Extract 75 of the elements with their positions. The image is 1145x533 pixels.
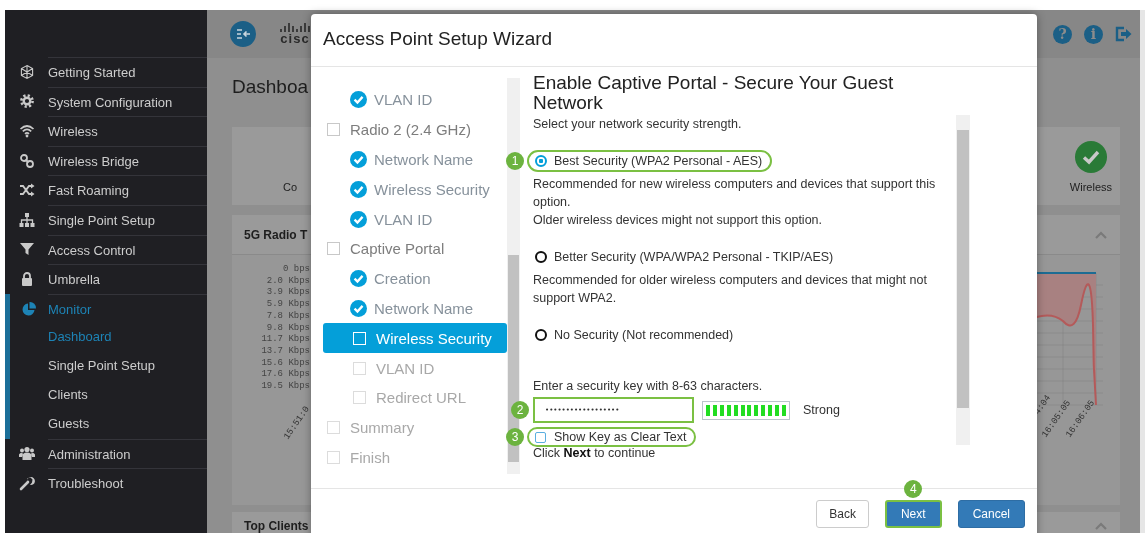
sidebar-subitem[interactable]: Dashboard [10,323,207,353]
gear-icon [18,93,35,110]
shuffle-icon [18,182,35,199]
check-circle-icon [350,151,367,168]
instruction-text: Enter a security key with 8-63 characters. [533,378,764,395]
step-number-badge: 2 [511,401,529,419]
strength-label: Strong [803,403,840,417]
checkbox-icon [327,123,340,137]
axis-label: 11.7 Kbps [260,334,310,346]
checkbox-icon [353,361,366,375]
axis-label: 0 bps [282,264,310,276]
step-number-badge: 4 [904,480,923,498]
page-title: Dashboa [232,75,309,99]
wizard-step[interactable]: Radio 2 (2.4 GHz) [323,114,507,145]
globe-icon [18,63,35,80]
check-circle-icon [350,180,367,198]
radio-button[interactable] [535,251,547,263]
sitemap-icon [18,211,35,228]
instruction-text: Select your network security strength. [533,116,743,133]
axis-label: 5.9 Kbps [265,299,310,311]
radio-option[interactable]: No Security (Not recommended) [527,324,744,346]
description-text: Recommended for older wireless computers and devices that might not support WPA2. [533,272,928,307]
checkbox[interactable] [535,431,546,443]
logo-bars-icon [280,23,310,32]
sidebar-item[interactable]: Administration [5,438,207,469]
dialog-title: Access Point Setup Wizard [311,14,1037,67]
axis-label: 2.0 Kbps [265,275,310,287]
checkbox-icon [327,242,340,256]
checkbox-icon [353,391,366,405]
panel-title: 5G Radio T [244,227,308,242]
collapse-menu-icon [230,21,256,47]
logo-text: cisc [280,32,310,45]
sidebar-item[interactable]: Umbrella [5,264,207,294]
wifi-icon [18,123,35,139]
wrench-icon [18,474,35,491]
link-icon [18,152,35,169]
check-circle-icon [350,270,367,288]
sidebar-subitem[interactable]: Single Point Setup [10,352,207,381]
checkbox-icon [327,421,340,435]
description-text: Older wireless devices might not support this option. [533,212,824,229]
axis-label: 17.6 Kbps [260,369,310,381]
radio-button[interactable] [535,329,547,341]
wizard-step[interactable]: Captive Portal [323,234,507,264]
axis-label: 3.9 Kbps [265,287,310,299]
axis-label: 15.6 Kbps [260,357,310,369]
sidebar-subitem[interactable]: Clients [10,380,207,410]
pie-chart-icon [21,300,37,317]
description-text: Recommended for new wireless computers and devices that support this option. [533,176,937,211]
dialog-button[interactable]: Back [816,500,869,528]
chevron-up-icon [1094,521,1108,531]
status-label: Co [283,181,298,193]
check-circle-icon [350,210,367,228]
panel-title: Top Clients [244,519,309,533]
axis-label: 19.5 Kbps [260,381,310,393]
radio-option[interactable]: Better Security (WPA/WPA2 Personal - TKIP/AES) [527,246,844,268]
checkbox-icon [353,331,366,345]
axis-label: 9.8 Kbps [265,322,310,334]
instruction-text: Click Next to continue [533,445,657,461]
users-icon [18,445,35,462]
check-circle-icon [350,91,367,109]
scrollbar[interactable] [956,115,970,445]
check-circle-icon [350,299,367,317]
checkbox-icon [327,450,340,464]
step-number-badge: 3 [506,428,524,446]
logout-icon [1115,25,1133,43]
status-label: Wireless [1069,181,1112,193]
dialog-button[interactable]: Cancel [957,500,1025,528]
sidebar-subitem[interactable]: Guests [10,409,207,439]
content-heading: Enable Captive Portal - Secure Your Guest Network [533,71,895,112]
axis-label: 7.8 Kbps [265,310,310,323]
step-number-badge: 1 [506,152,524,170]
filter-icon [18,241,35,258]
radio-button[interactable] [535,155,547,167]
axis-label: 13.7 Kbps [260,345,310,358]
chevron-up-icon [1094,229,1108,240]
